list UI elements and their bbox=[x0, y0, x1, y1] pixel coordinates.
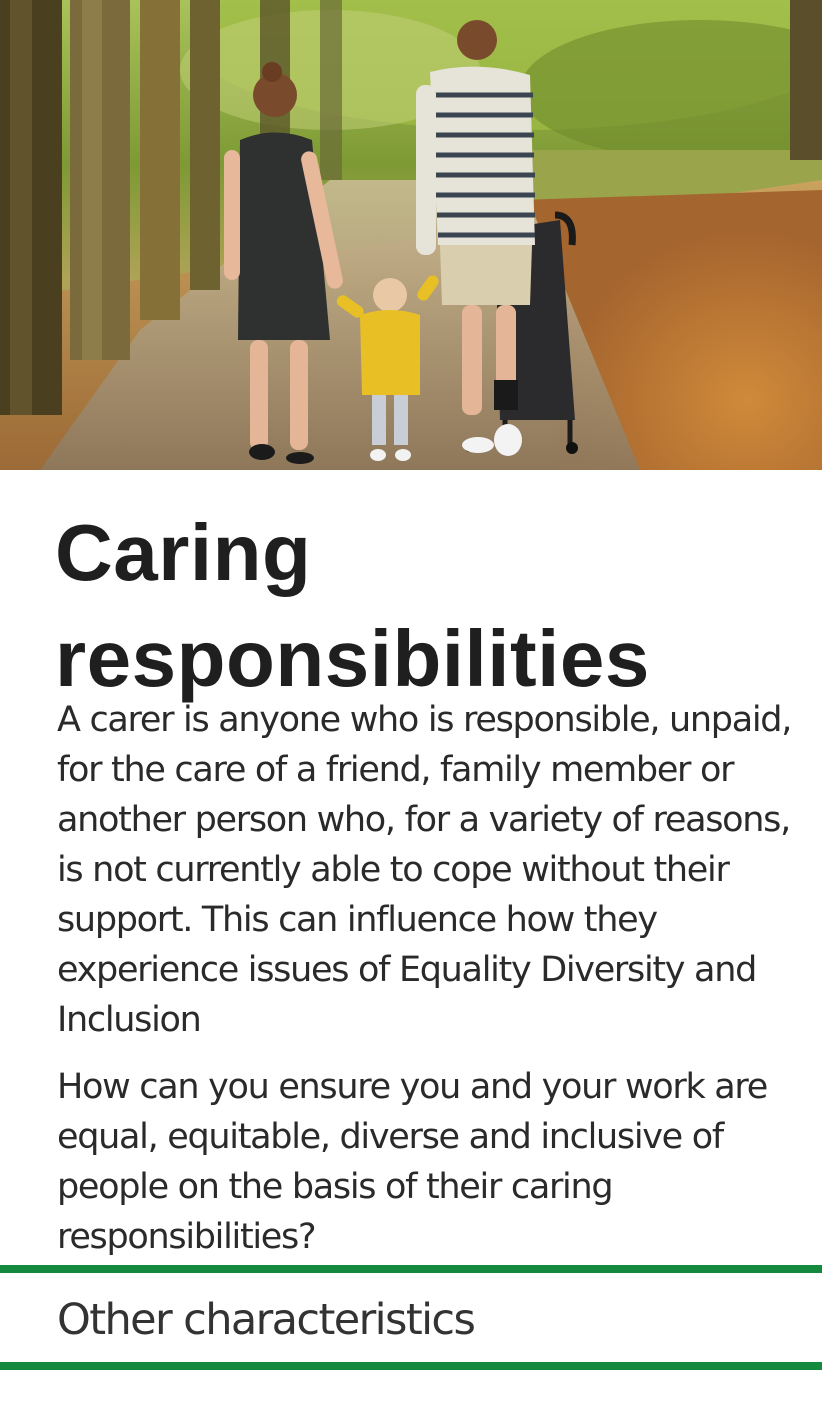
carer-definition-paragraph: A carer is anyone who is responsible, un… bbox=[57, 700, 792, 1040]
green-divider-bottom bbox=[0, 1362, 822, 1370]
other-characteristics-link[interactable]: Other characteristics bbox=[57, 1292, 476, 1348]
hero-photo bbox=[0, 0, 822, 470]
green-divider-top bbox=[0, 1265, 822, 1273]
page-title: Caring responsibilities bbox=[55, 500, 795, 712]
page-title-line-1: Caring bbox=[55, 508, 312, 597]
family-walking-illustration bbox=[0, 0, 822, 470]
question-paragraph: How can you ensure you and your work are… bbox=[57, 1067, 768, 1257]
